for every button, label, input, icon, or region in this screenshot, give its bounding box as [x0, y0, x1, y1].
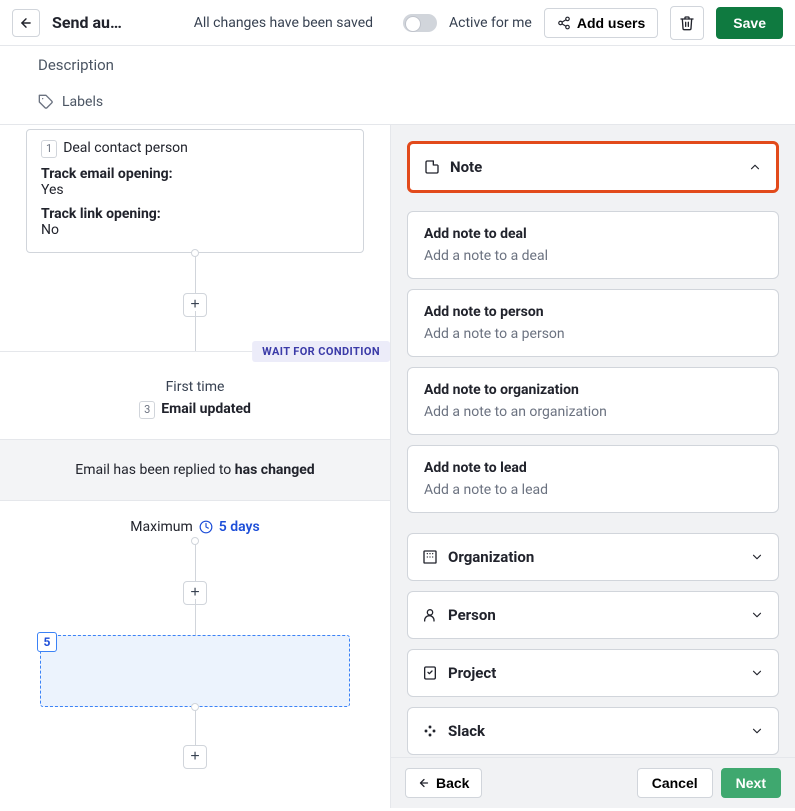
active-toggle-label: Active for me	[449, 15, 532, 31]
wait-condition-pill: WAIT FOR CONDITION	[252, 341, 390, 362]
page-title: Send au…	[52, 13, 122, 32]
panel-project: Project	[407, 649, 779, 697]
maximum-label: Maximum	[130, 519, 192, 535]
track-email-label: Track email opening:	[41, 166, 349, 182]
labels-text: Labels	[62, 94, 103, 110]
track-email-value: Yes	[41, 182, 349, 198]
description-row[interactable]: Description	[0, 46, 795, 84]
option-title: Add note to deal	[424, 226, 762, 242]
add-users-button[interactable]: Add users	[544, 8, 658, 38]
chevron-down-icon	[750, 550, 764, 564]
connector-dot	[191, 703, 199, 711]
maximum-row[interactable]: Maximum 5 days	[0, 501, 390, 541]
add-step-button[interactable]: +	[183, 745, 207, 769]
panel-project-title: Project	[448, 664, 740, 682]
tag-icon	[38, 94, 54, 110]
save-label: Save	[733, 15, 766, 31]
changed-prefix: Email has been replied to	[75, 462, 234, 478]
sidebar-footer: Back Cancel Next	[391, 757, 795, 808]
slack-icon	[422, 723, 438, 739]
option-sub: Add a note to a deal	[424, 248, 762, 264]
cancel-button[interactable]: Cancel	[637, 768, 713, 798]
save-button[interactable]: Save	[716, 7, 783, 39]
saved-status: All changes have been saved	[194, 15, 373, 31]
back-button-footer[interactable]: Back	[405, 768, 482, 798]
share-icon	[557, 16, 571, 30]
back-button[interactable]	[12, 9, 40, 37]
changed-bold: has changed	[235, 462, 315, 478]
condition-changed-band[interactable]: Email has been replied to has changed	[0, 439, 390, 501]
person-icon	[422, 607, 438, 623]
arrow-left-icon	[418, 777, 430, 789]
clock-icon	[199, 520, 213, 534]
panel-note: Note	[407, 141, 779, 193]
panel-project-head[interactable]: Project	[408, 650, 778, 696]
action-sidebar: Note Add note to deal Add a note to a de…	[390, 125, 795, 808]
panel-note-head[interactable]: Note	[410, 144, 776, 190]
next-label: Next	[736, 775, 766, 791]
card-badge-text: Deal contact person	[63, 140, 188, 156]
panel-slack-head[interactable]: Slack	[408, 708, 778, 754]
organization-icon	[422, 549, 438, 565]
option-title: Add note to person	[424, 304, 762, 320]
connector-dot	[191, 249, 199, 257]
track-link-label: Track link opening:	[41, 206, 349, 222]
trash-icon	[679, 15, 695, 31]
back-label: Back	[436, 775, 469, 791]
chevron-down-icon	[750, 608, 764, 622]
panel-person-head[interactable]: Person	[408, 592, 778, 638]
panel-person-title: Person	[448, 606, 740, 624]
chevron-down-icon	[750, 666, 764, 680]
sidebar-scroll: Note Add note to deal Add a note to a de…	[391, 125, 795, 757]
drop-zone[interactable]: 5	[40, 635, 350, 707]
option-sub: Add a note to a lead	[424, 482, 762, 498]
labels-row[interactable]: Labels	[0, 84, 795, 125]
connector-line	[195, 311, 196, 351]
option-add-note-lead[interactable]: Add note to lead Add a note to a lead	[407, 445, 779, 513]
track-link-value: No	[41, 222, 349, 238]
note-icon	[424, 159, 440, 175]
workflow-canvas: 1 Deal contact person Track email opening…	[0, 125, 390, 808]
condition-badge: 3	[139, 401, 155, 419]
header: Send au… All changes have been saved Act…	[0, 0, 795, 46]
note-options: Add note to deal Add a note to a deal Ad…	[407, 203, 779, 533]
chevron-up-icon	[748, 160, 762, 174]
card-badge: 1	[41, 140, 57, 158]
option-add-note-organization[interactable]: Add note to organization Add a note to a…	[407, 367, 779, 435]
option-sub: Add a note to a person	[424, 326, 762, 342]
panel-organization-head[interactable]: Organization	[408, 534, 778, 580]
panel-person: Person	[407, 591, 779, 639]
drop-zone-number: 5	[37, 632, 57, 652]
delete-button[interactable]	[670, 6, 704, 40]
condition-text: Email updated	[161, 401, 251, 417]
option-title: Add note to organization	[424, 382, 762, 398]
option-title: Add note to lead	[424, 460, 762, 476]
panel-slack-title: Slack	[448, 722, 740, 740]
workflow-card-email[interactable]: 1 Deal contact person Track email opening…	[26, 129, 364, 253]
main: 1 Deal contact person Track email opening…	[0, 125, 795, 808]
add-users-label: Add users	[577, 15, 645, 31]
active-toggle[interactable]	[403, 14, 437, 32]
connector-dot	[191, 537, 199, 545]
panel-slack: Slack	[407, 707, 779, 755]
chevron-down-icon	[750, 724, 764, 738]
option-sub: Add a note to an organization	[424, 404, 762, 420]
next-button[interactable]: Next	[721, 768, 781, 798]
option-add-note-deal[interactable]: Add note to deal Add a note to a deal	[407, 211, 779, 279]
maximum-days: 5 days	[219, 519, 260, 535]
panel-note-title: Note	[450, 158, 738, 176]
arrow-left-icon	[19, 16, 33, 30]
option-add-note-person[interactable]: Add note to person Add a note to a perso…	[407, 289, 779, 357]
panel-organization-title: Organization	[448, 548, 740, 566]
cancel-label: Cancel	[652, 775, 698, 791]
project-icon	[422, 665, 438, 681]
condition-first-time: First time	[0, 379, 390, 395]
panel-organization: Organization	[407, 533, 779, 581]
connector-line	[195, 599, 196, 635]
